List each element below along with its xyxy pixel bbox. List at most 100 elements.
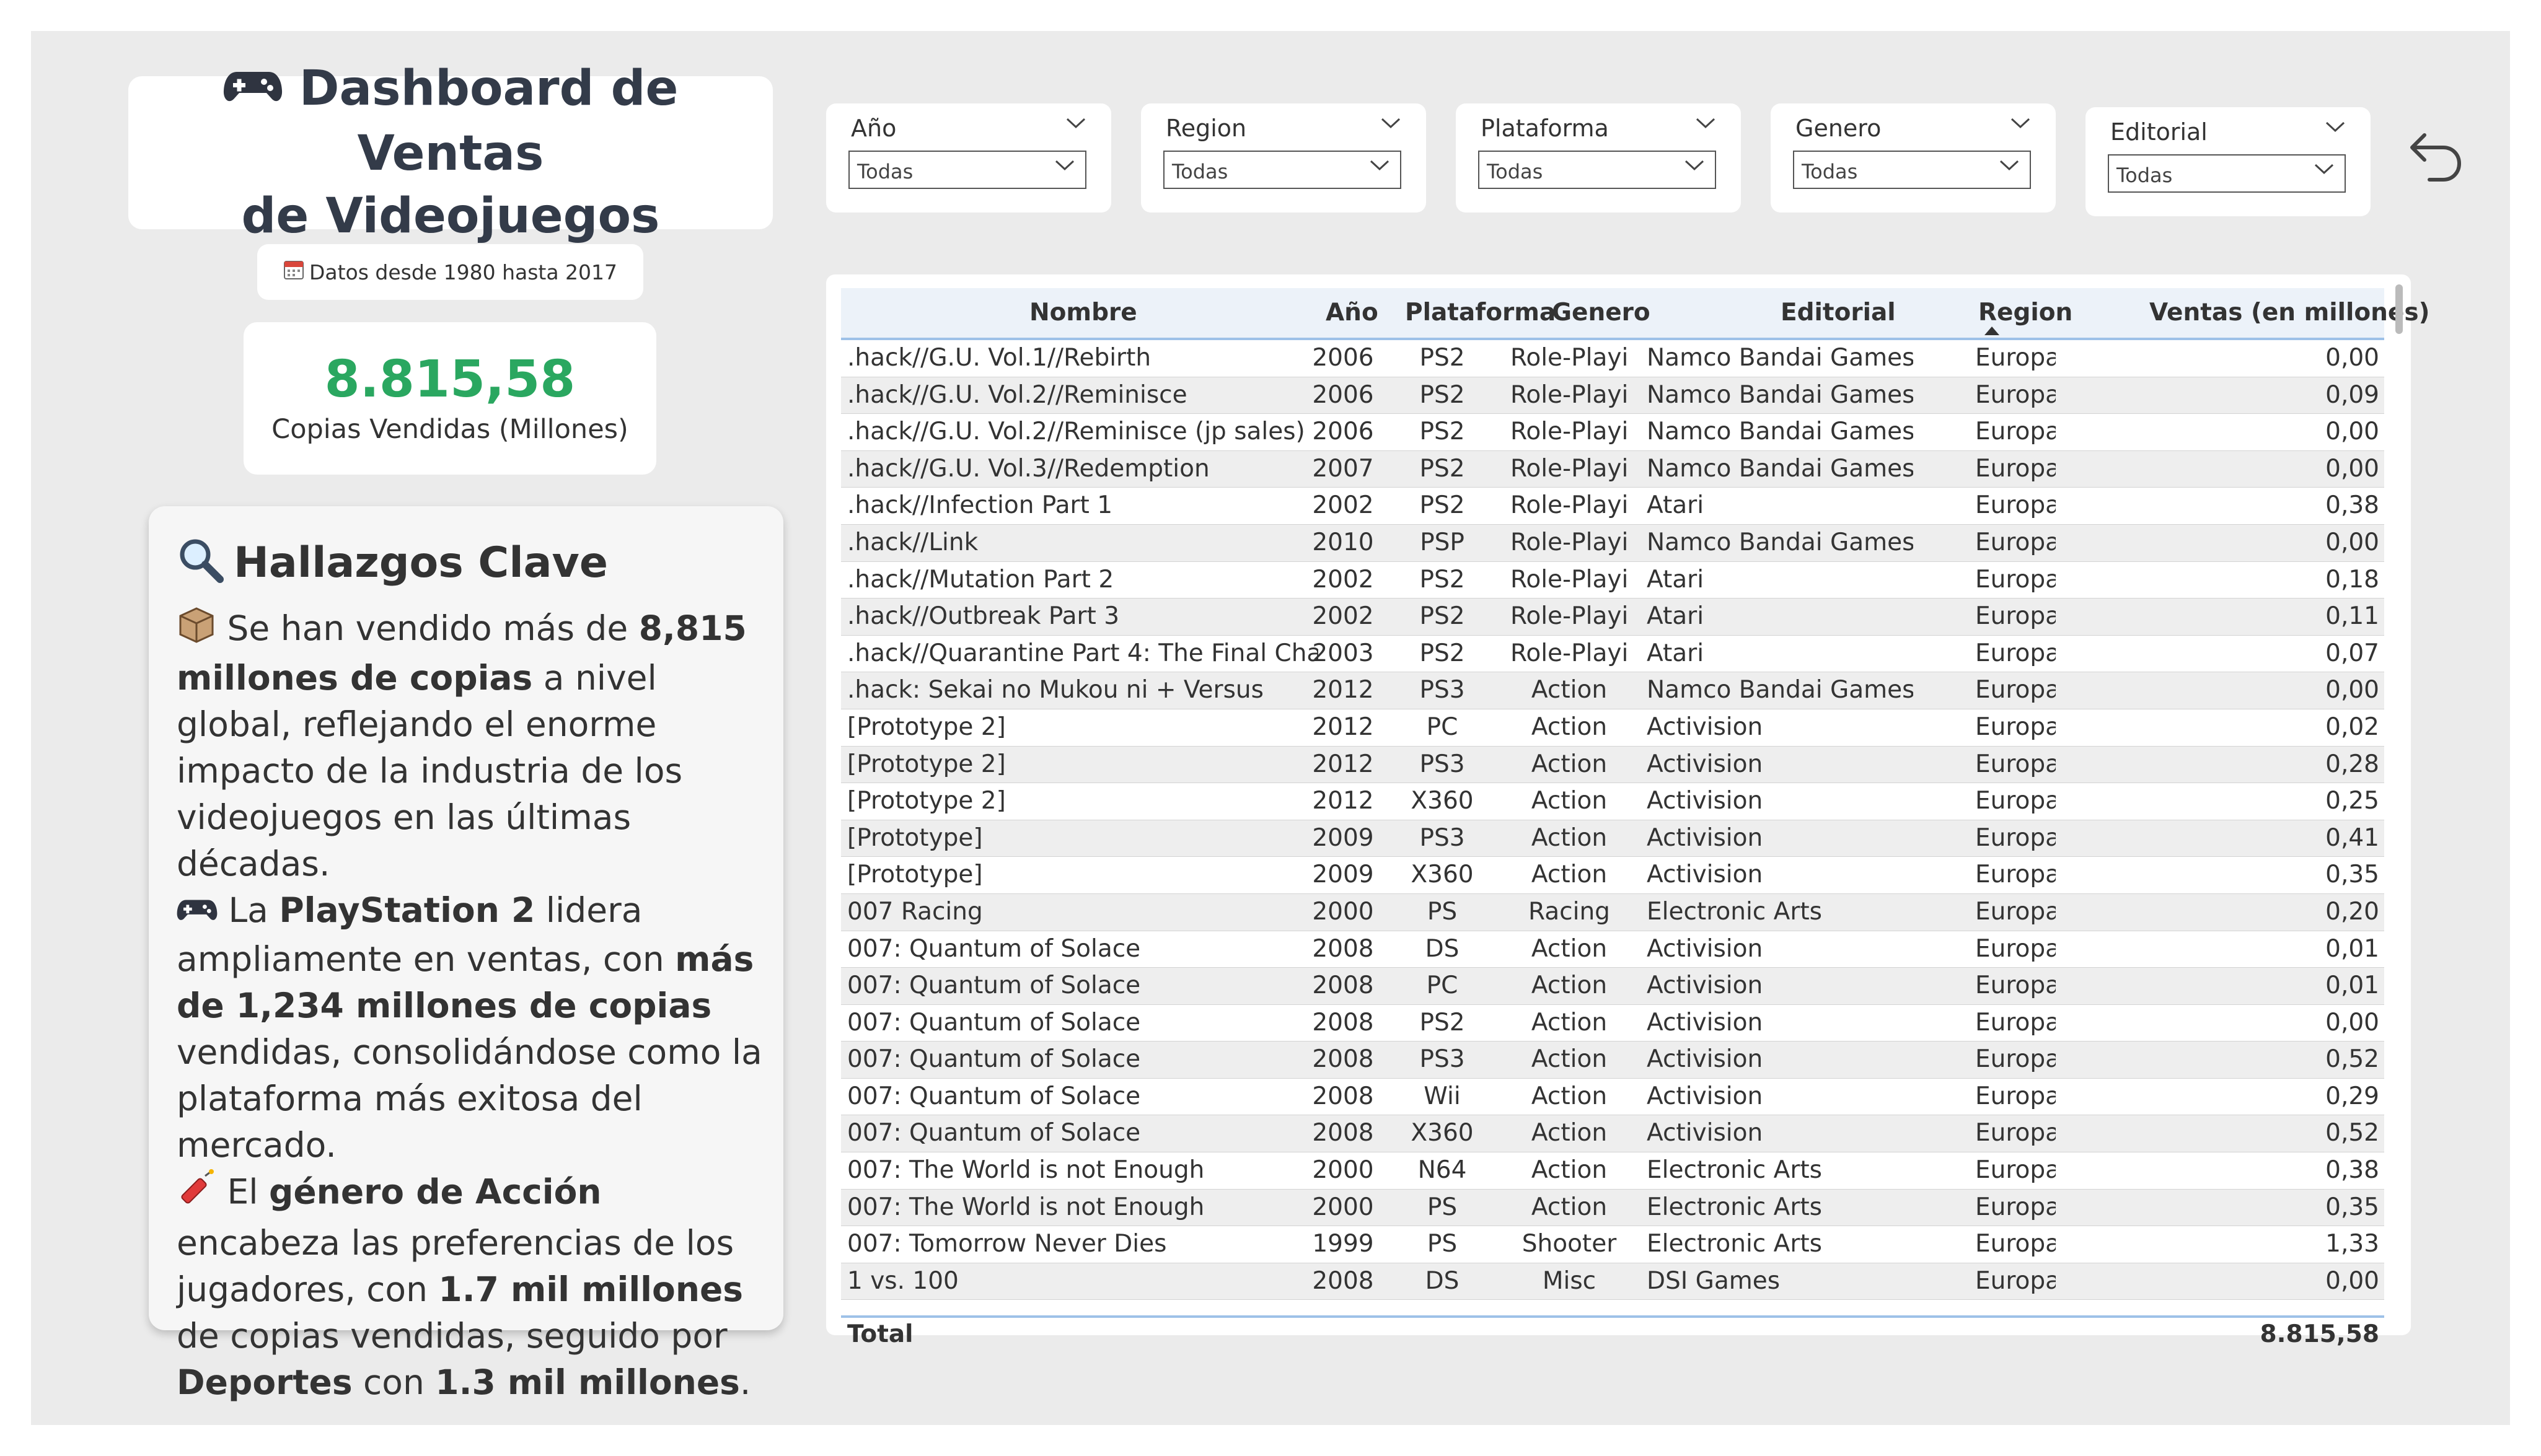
cell-plataforma: PSP	[1420, 528, 1464, 556]
cell-plataforma: PS2	[1419, 454, 1465, 483]
magnifier-icon	[177, 536, 225, 595]
cell-ano: 2012	[1312, 713, 1374, 741]
column-header-ano[interactable]: Año	[1326, 288, 1378, 338]
slicer-region-label: Region	[1166, 115, 1247, 142]
table-row[interactable]: 007: Quantum of Solace 2008 Wii Action Activ…	[841, 1079, 2384, 1116]
cell-genero: Racing	[1528, 897, 1610, 926]
table-row[interactable]: 007 Racing 2000 PS Racing Electronic Arts Eur…	[841, 893, 2384, 931]
table-row[interactable]: 007: Tomorrow Never Dies 1999 PS Shooter Ele…	[841, 1226, 2384, 1263]
sort-ascending-icon[interactable]	[1984, 327, 1999, 335]
slicer-editorial-dropdown[interactable]: Todas	[2108, 154, 2346, 193]
cell-ano: 2009	[1312, 861, 1374, 889]
table-row[interactable]: .hack//Outbreak Part 3 2002 PS2 Role-Playin…	[841, 599, 2384, 636]
table-row[interactable]: [Prototype] 2009 X360 Action Activision Europ…	[841, 857, 2384, 894]
table-row[interactable]: 007: Quantum of Solace 2008 PS2 Action Activ…	[841, 1005, 2384, 1042]
cell-ventas: 0,29	[2325, 1082, 2379, 1110]
sales-table: Nombre Año Plataforma Genero Editorial R…	[826, 274, 2429, 1348]
cell-ano: 2008	[1312, 1119, 1374, 1147]
undo-icon[interactable]	[2405, 124, 2467, 186]
table-row[interactable]: [Prototype 2] 2012 PC Action Activision Europ…	[841, 709, 2384, 747]
table-row[interactable]: 007: The World is not Enough 2000 PS Action…	[841, 1189, 2384, 1227]
slicer-genero-dropdown[interactable]: Todas	[1793, 151, 2031, 189]
column-header-plataforma[interactable]: Plataforma	[1405, 288, 1556, 338]
cell-ventas: 0,38	[2325, 491, 2379, 520]
cell-ventas: 0,52	[2325, 1045, 2379, 1074]
table-row[interactable]: .hack//Infection Part 1 2002 PS2 Role-Playi…	[841, 488, 2384, 525]
chevron-down-icon	[2314, 163, 2335, 178]
table-row[interactable]: 1 vs. 100 2008 DS Misc DSI Games Europa 0,00	[841, 1263, 2384, 1300]
cell-editorial: Atari	[1647, 602, 1704, 631]
chevron-down-icon[interactable]	[2010, 117, 2031, 132]
cell-plataforma: PC	[1426, 713, 1458, 741]
cell-plataforma: PS3	[1419, 823, 1465, 852]
cell-nombre: 007: Quantum of Solace	[847, 934, 1141, 963]
table-row[interactable]: .hack//Link 2010 PSP Role-Playing Namco Band…	[841, 524, 2384, 562]
kpi-label: Copias Vendidas (Millones)	[271, 414, 628, 445]
title-line-1: Dashboard de Ventas	[299, 60, 679, 182]
kpi-card: 8.815,58 Copias Vendidas (Millones)	[244, 322, 656, 475]
table-body: .hack//G.U. Vol.1//Rebirth 2006 PS2 Role-Pl…	[841, 340, 2384, 1300]
table-row[interactable]: .hack//Quarantine Part 4: The Final Chap…	[841, 636, 2384, 673]
table-row[interactable]: .hack//Mutation Part 2 2002 PS2 Role-Playin…	[841, 562, 2384, 599]
cell-plataforma: PS	[1427, 897, 1458, 926]
table-row[interactable]: [Prototype] 2009 PS3 Action Activision Europa…	[841, 820, 2384, 857]
slicer-plataforma-dropdown[interactable]: Todas	[1478, 151, 1716, 189]
slicer-genero[interactable]: Genero Todas	[1771, 103, 2056, 213]
table-scrollbar[interactable]	[2395, 284, 2403, 334]
slicer-editorial[interactable]: Editorial Todas	[2085, 107, 2371, 216]
table-row[interactable]: .hack//G.U. Vol.2//Reminisce 2006 PS2 Role-…	[841, 377, 2384, 414]
cell-ano: 2012	[1312, 787, 1374, 815]
cell-editorial: DSI Games	[1647, 1266, 1781, 1295]
cell-genero: Action	[1531, 676, 1608, 704]
column-header-genero[interactable]: Genero	[1552, 288, 1650, 338]
cell-editorial: Activision	[1647, 1008, 1763, 1037]
table-row[interactable]: .hack//G.U. Vol.3//Redemption 2007 PS2 Role…	[841, 450, 2384, 488]
column-header-nombre[interactable]: Nombre	[1029, 288, 1137, 338]
column-header-editorial[interactable]: Editorial	[1781, 288, 1896, 338]
cell-region: Europa	[1975, 971, 2056, 1000]
table-row[interactable]: 007: Quantum of Solace 2008 PS3 Action Activ…	[841, 1042, 2384, 1079]
kpi-value: 8.815,58	[324, 349, 576, 409]
cell-editorial: Activision	[1647, 713, 1763, 741]
table-row[interactable]: [Prototype 2] 2012 PS3 Action Activision Euro…	[841, 746, 2384, 784]
cell-region: Europa	[1975, 823, 2056, 852]
cell-editorial: Activision	[1647, 1045, 1763, 1074]
cell-region: Europa	[1975, 713, 2056, 741]
cell-ventas: 0,41	[2325, 823, 2379, 852]
cell-region: Europa	[1975, 1266, 2056, 1295]
chevron-down-icon[interactable]	[1380, 117, 1401, 132]
cell-ventas: 0,28	[2325, 750, 2379, 778]
cell-ano: 2006	[1312, 380, 1374, 409]
cell-editorial: Namco Bandai Games	[1647, 454, 1913, 483]
table-row[interactable]: 007: Quantum of Solace 2008 PC Action Activi…	[841, 968, 2384, 1005]
slicer-region[interactable]: Region Todas	[1141, 103, 1426, 213]
cell-ventas: 0,01	[2325, 934, 2379, 963]
table-row[interactable]: [Prototype 2] 2012 X360 Action Activision Eur…	[841, 783, 2384, 820]
chevron-down-icon[interactable]	[1065, 117, 1086, 132]
slicer-region-dropdown[interactable]: Todas	[1163, 151, 1401, 189]
table-row[interactable]: 007: The World is not Enough 2000 N64 Actio…	[841, 1152, 2384, 1190]
cell-ano: 2000	[1312, 897, 1374, 926]
table-row[interactable]: .hack: Sekai no Mukou ni + Versus 2012 PS3…	[841, 672, 2384, 709]
cell-ano: 2012	[1312, 750, 1374, 778]
chevron-down-icon[interactable]	[2325, 121, 2346, 136]
table-row[interactable]: .hack//G.U. Vol.1//Rebirth 2006 PS2 Role-Pl…	[841, 340, 2384, 377]
table-row[interactable]: 007: Quantum of Solace 2008 X360 Action Acti…	[841, 1115, 2384, 1153]
cell-nombre: .hack//G.U. Vol.2//Reminisce	[847, 380, 1187, 409]
table-row[interactable]: .hack//G.U. Vol.2//Reminisce (jp sales) 2…	[841, 414, 2384, 451]
cell-plataforma: PS	[1427, 1230, 1458, 1258]
slicer-plataforma-label: Plataforma	[1481, 115, 1609, 142]
cell-editorial: Atari	[1647, 639, 1704, 667]
slicer-plataforma[interactable]: Plataforma Todas	[1456, 103, 1741, 213]
cell-region: Europa	[1975, 1045, 2056, 1074]
cell-region: Europa	[1975, 1193, 2056, 1221]
column-header-ventas[interactable]: Ventas (en millones)	[2149, 288, 2429, 338]
slicer-ano[interactable]: Año Todas	[826, 103, 1111, 213]
table-row[interactable]: 007: Quantum of Solace 2008 DS Action Activi…	[841, 931, 2384, 968]
cell-nombre: .hack//Quarantine Part 4: The Final Chap…	[847, 639, 1318, 667]
cell-editorial: Namco Bandai Games	[1647, 676, 1913, 704]
slicer-ano-dropdown[interactable]: Todas	[848, 151, 1086, 189]
cell-region: Europa	[1975, 380, 2056, 409]
chevron-down-icon[interactable]	[1695, 117, 1716, 132]
cell-ano: 2006	[1312, 344, 1374, 372]
